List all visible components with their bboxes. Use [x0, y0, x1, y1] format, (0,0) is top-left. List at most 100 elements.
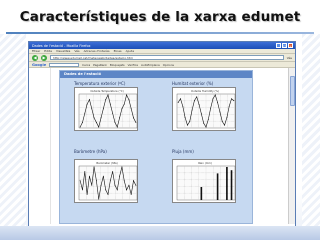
data-point	[93, 166, 95, 168]
data-point	[128, 184, 130, 186]
temperature-chart-svg: Outside Temperature (°C)	[78, 89, 138, 129]
data-point	[128, 99, 130, 101]
toolbar-item-blocked[interactable]: Bloquejats	[110, 63, 125, 67]
menu-bookmarks[interactable]: Adreces d'interès	[84, 49, 110, 53]
chart-rain: Rain (mm)	[172, 159, 236, 203]
toolbar-item-check[interactable]: Verifica	[128, 63, 138, 67]
page-viewport: Dades de l'estació Temperatura exterior …	[29, 68, 295, 224]
maximize-button[interactable]: □	[282, 43, 287, 48]
data-point	[116, 189, 118, 191]
data-point	[109, 103, 111, 105]
data-point	[217, 102, 219, 103]
data-point	[121, 108, 123, 110]
chart-label-humidity: Humitat exterior (%)	[172, 81, 214, 86]
window-titlebar[interactable]: Dades de l'estació - Mozilla Firefox _ □…	[29, 42, 295, 49]
toolbar-item-pagerank[interactable]: PageRank	[93, 63, 107, 67]
data-point	[228, 105, 230, 107]
data-point	[123, 180, 125, 182]
data-point	[126, 189, 128, 191]
data-point	[233, 100, 235, 102]
menu-edit[interactable]: Edita	[44, 49, 52, 53]
chart-humidity: Outside Humidity (%)	[172, 87, 236, 131]
data-point	[180, 98, 181, 100]
data-point	[121, 166, 123, 168]
chart-inner-title: Outside Temperature (°C)	[90, 89, 123, 93]
barometer-chart-svg: Barometer (hPa)	[78, 161, 138, 201]
google-logo: Google	[32, 62, 47, 67]
data-point	[224, 124, 226, 126]
data-point	[133, 117, 134, 119]
minimize-button[interactable]: _	[276, 43, 281, 48]
data-point	[79, 180, 81, 182]
data-point	[84, 112, 86, 114]
chart-label-temperature: Temperatura exterior (ºC)	[74, 81, 126, 86]
data-point	[82, 189, 83, 191]
data-point	[91, 184, 93, 186]
rain-bar	[226, 167, 228, 200]
data-point	[130, 193, 132, 195]
data-point	[177, 102, 179, 103]
data-point	[112, 112, 114, 114]
rain-chart-svg: Rain (mm)	[176, 161, 236, 201]
navigation-bar: ◀ ▶ http://www.edumet.cat/meteoweb/dades…	[29, 54, 295, 62]
page-margin	[29, 68, 51, 224]
toolbar-item-search[interactable]: Cerca	[82, 63, 90, 67]
data-point	[189, 120, 191, 122]
data-point	[119, 175, 121, 177]
menu-go[interactable]: Vés	[74, 49, 79, 53]
menu-view[interactable]: Visualitza	[56, 49, 70, 53]
data-point	[116, 126, 118, 128]
slide-decoration-right	[302, 34, 320, 240]
close-button[interactable]: ×	[288, 43, 293, 48]
data-point	[214, 94, 216, 96]
data-point	[182, 105, 184, 107]
data-point	[88, 99, 90, 101]
data-point	[100, 184, 102, 186]
scrollbar-thumb[interactable]	[290, 76, 295, 106]
browser-window: Dades de l'estació - Mozilla Firefox _ □…	[28, 41, 296, 240]
data-point	[219, 111, 221, 113]
chart-inner-title: Outside Humidity (%)	[191, 89, 219, 93]
toolbar-search-input[interactable]	[49, 62, 80, 67]
data-point	[105, 189, 107, 191]
data-point	[123, 103, 125, 105]
data-point	[105, 99, 107, 101]
data-point	[114, 184, 116, 186]
data-point	[119, 117, 121, 119]
data-point	[88, 175, 90, 177]
back-arrow-icon[interactable]: ◀	[32, 54, 38, 61]
data-point	[126, 94, 128, 96]
data-point	[212, 98, 214, 100]
data-point	[133, 180, 134, 182]
go-button[interactable]: Vés	[287, 56, 292, 60]
data-point	[102, 175, 104, 177]
data-point	[135, 121, 137, 123]
forward-arrow-icon[interactable]: ▶	[41, 54, 47, 61]
data-point	[98, 198, 100, 200]
data-point	[184, 117, 186, 119]
rain-bar	[200, 187, 203, 200]
vertical-scrollbar[interactable]	[288, 68, 295, 224]
slide-footer-band	[0, 226, 320, 240]
data-point	[205, 126, 207, 128]
data-point	[86, 103, 88, 105]
data-point	[231, 98, 232, 100]
data-point	[102, 108, 104, 110]
data-point	[107, 193, 109, 195]
data-point	[93, 117, 95, 119]
address-input[interactable]: http://www.edumet.cat/meteoweb/dades/est…	[50, 54, 284, 61]
menu-tools[interactable]: Eines	[114, 49, 122, 53]
menu-file[interactable]: Fitxer	[32, 49, 40, 53]
data-point	[95, 180, 97, 182]
station-data-panel: Dades de l'estació Temperatura exterior …	[59, 70, 253, 224]
chart-barometer: Barometer (hPa)	[74, 159, 138, 203]
rain-bar	[216, 173, 219, 200]
data-point	[191, 109, 193, 111]
data-point	[109, 180, 111, 182]
toolbar-item-autofill[interactable]: AutoEmplena	[141, 63, 160, 67]
slide-decoration-left	[0, 34, 26, 240]
data-point	[98, 126, 100, 128]
toolbar-item-options[interactable]: Opcions	[163, 63, 174, 67]
data-point	[210, 107, 212, 109]
menu-help[interactable]: Ajuda	[126, 49, 135, 53]
